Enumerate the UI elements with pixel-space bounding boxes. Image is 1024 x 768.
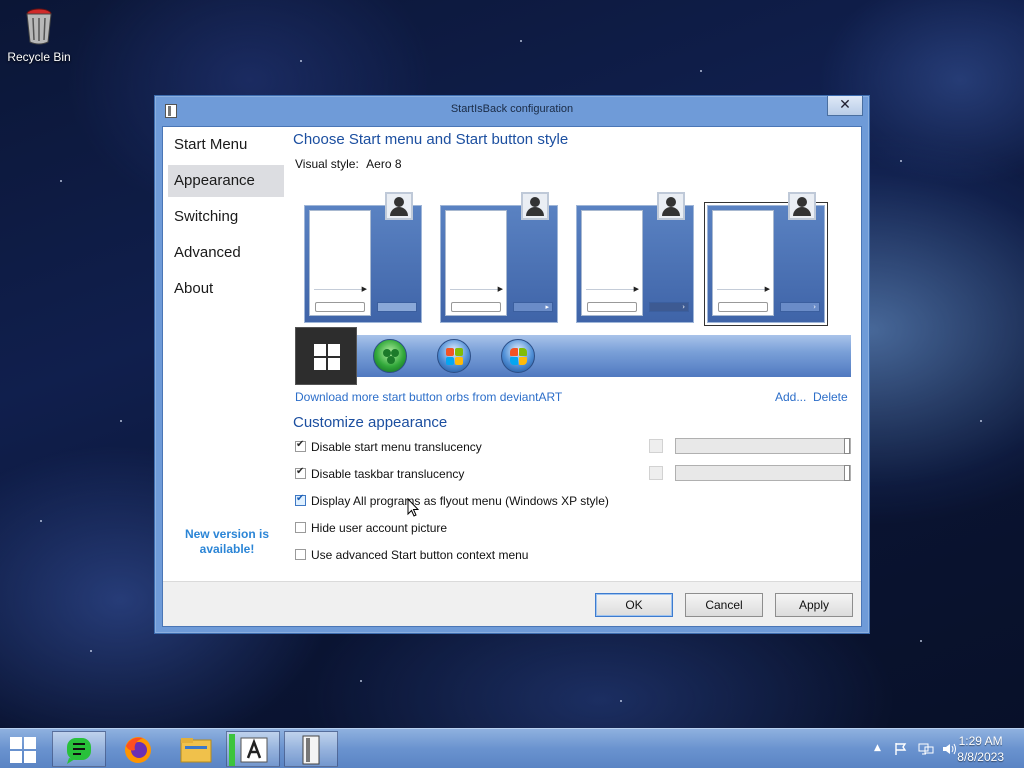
style-thumbnail-2[interactable]: ▶ ▸ xyxy=(440,192,558,323)
add-orb-link[interactable]: Add... xyxy=(775,390,806,404)
delete-orb-link[interactable]: Delete xyxy=(813,390,848,404)
style-thumbnail-4-selected[interactable]: ▶ › xyxy=(704,192,828,326)
checkbox[interactable] xyxy=(295,549,306,560)
sidebar-item-start-menu[interactable]: Start Menu xyxy=(168,129,284,161)
system-tray: ▲ 1:29 AM 8/8/2023 xyxy=(844,729,1024,768)
adobe-app-icon[interactable] xyxy=(226,731,280,767)
visual-style-value: Aero 8 xyxy=(366,157,402,171)
notes-app-icon[interactable] xyxy=(52,731,106,767)
option-label: Display All programs as flyout menu (Win… xyxy=(311,494,609,508)
style-thumbnail-3[interactable]: ▶ › xyxy=(576,192,694,323)
startisback-app-icon[interactable] xyxy=(284,731,338,767)
mouse-cursor-icon xyxy=(407,498,419,517)
start-menu-color-swatch[interactable] xyxy=(649,439,663,453)
style-heading: Choose Start menu and Start button style xyxy=(293,131,569,148)
option-disable-start-menu-translucency[interactable]: Disable start menu translucency xyxy=(295,439,482,458)
option-hide-user-picture[interactable]: Hide user account picture xyxy=(295,521,447,539)
option-label: Disable taskbar translucency xyxy=(311,467,465,481)
dialog-footer: OK Cancel Apply xyxy=(163,581,861,626)
sidebar-item-advanced[interactable]: Advanced xyxy=(168,237,284,269)
windows-orb-icon[interactable] xyxy=(437,339,471,373)
start-menu-translucency-slider[interactable] xyxy=(675,438,851,454)
visual-style-label: Visual style: xyxy=(295,157,359,171)
sidebar: Start Menu Appearance Switching Advanced… xyxy=(163,127,291,583)
desktop-icon-label: Recycle Bin xyxy=(7,50,71,64)
user-avatar-icon xyxy=(385,192,413,220)
slider-handle[interactable] xyxy=(844,438,850,454)
option-label: Disable start menu translucency xyxy=(311,440,482,454)
clover-orb-icon[interactable] xyxy=(373,339,407,373)
style-thumbnail-1[interactable]: ▶ xyxy=(304,192,422,323)
taskbar: ▲ 1:29 AM 8/8/2023 xyxy=(0,728,1024,768)
chevron-up-icon[interactable]: ▲ xyxy=(874,743,881,753)
close-button[interactable]: ✕ xyxy=(827,96,863,116)
slider-handle[interactable] xyxy=(844,465,850,481)
windows-start-icon[interactable] xyxy=(8,735,40,763)
checkbox[interactable] xyxy=(295,522,306,533)
flag-icon[interactable] xyxy=(894,742,908,759)
user-avatar-icon xyxy=(657,192,685,220)
title-bar[interactable]: StartIsBack configuration ✕ xyxy=(155,96,869,124)
option-all-programs-flyout[interactable]: Display All programs as flyout menu (Win… xyxy=(295,493,609,512)
windows-8-orb-icon xyxy=(314,344,340,370)
option-advanced-context-menu[interactable]: Use advanced Start button context menu xyxy=(295,548,528,566)
recycle-bin-icon xyxy=(23,6,55,46)
volume-icon[interactable] xyxy=(942,742,958,759)
network-icon[interactable] xyxy=(918,742,934,759)
ok-button[interactable]: OK xyxy=(595,593,673,617)
sidebar-item-switching[interactable]: Switching xyxy=(168,201,284,233)
desktop-icon-recycle-bin[interactable]: Recycle Bin xyxy=(6,6,72,64)
sidebar-item-about[interactable]: About xyxy=(168,273,284,305)
orb-windows-8-selected[interactable] xyxy=(295,327,357,385)
user-avatar-icon xyxy=(788,192,816,220)
taskbar-translucency-slider[interactable] xyxy=(675,465,851,481)
file-explorer-icon[interactable] xyxy=(168,731,222,767)
new-version-link[interactable]: New version is available! xyxy=(177,527,277,557)
firefox-icon[interactable] xyxy=(110,731,164,767)
checkbox[interactable] xyxy=(295,466,306,479)
clock[interactable]: 1:29 AM 8/8/2023 xyxy=(957,733,1004,765)
clock-date: 8/8/2023 xyxy=(957,750,1004,764)
apply-button[interactable]: Apply xyxy=(775,593,853,617)
window-client: Start Menu Appearance Switching Advanced… xyxy=(162,126,862,627)
clock-time: 1:29 AM xyxy=(958,734,1003,748)
window-title: StartIsBack configuration xyxy=(450,103,574,115)
option-label: Use advanced Start button context menu xyxy=(311,548,529,562)
option-disable-taskbar-translucency[interactable]: Disable taskbar translucency xyxy=(295,466,465,485)
appearance-panel: Choose Start menu and Start button style… xyxy=(293,127,861,583)
sidebar-item-appearance[interactable]: Appearance xyxy=(168,165,284,197)
windows-7-orb-icon[interactable] xyxy=(501,339,535,373)
taskbar-color-swatch[interactable] xyxy=(649,466,663,480)
checkbox[interactable] xyxy=(295,493,306,506)
checkbox[interactable] xyxy=(295,439,306,452)
cancel-button[interactable]: Cancel xyxy=(685,593,763,617)
download-orbs-link[interactable]: Download more start button orbs from dev… xyxy=(295,390,562,404)
user-avatar-icon xyxy=(521,192,549,220)
option-label: Hide user account picture xyxy=(311,521,448,535)
customize-heading: Customize appearance xyxy=(293,414,448,431)
startisback-config-window: StartIsBack configuration ✕ Start Menu A… xyxy=(154,95,870,634)
